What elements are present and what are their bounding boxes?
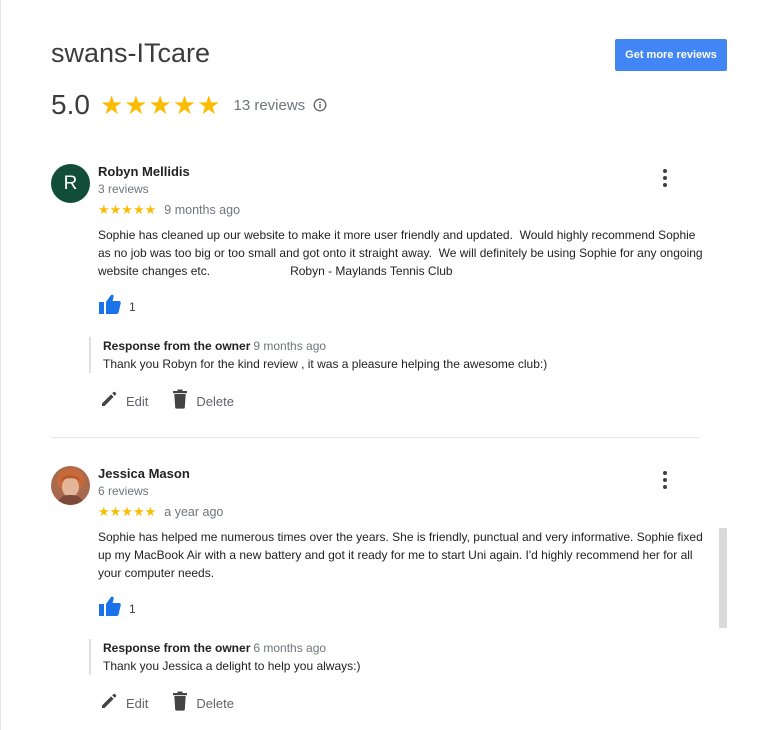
review-rating: ★★★★★ 9 months ago <box>98 202 240 218</box>
more-vert-icon[interactable] <box>660 167 670 189</box>
business-name: swans-ITcare <box>51 38 211 68</box>
response-actions: Edit Delete <box>100 691 258 716</box>
reviewer-review-count: 3 reviews <box>98 182 149 196</box>
owner-response-text: Thank you Jessica a delight to help you … <box>103 659 361 673</box>
owner-response: Response from the owner 9 months ago Than… <box>89 337 663 373</box>
info-icon[interactable] <box>313 98 327 112</box>
review-card: R Robyn Mellidis 3 reviews ★★★★★ 9 month… <box>51 164 711 424</box>
reviewer-name[interactable]: Jessica Mason <box>98 466 190 481</box>
pencil-icon <box>100 692 118 715</box>
rating-summary: 5.0 ★★★★★ 13 reviews <box>51 88 327 122</box>
like-button[interactable]: 1 <box>98 595 136 622</box>
like-count: 1 <box>129 601 136 616</box>
response-actions: Edit Delete <box>100 389 258 414</box>
page-border <box>0 0 1 730</box>
owner-response-time: 9 months ago <box>253 339 327 353</box>
edit-button[interactable]: Edit <box>100 390 148 413</box>
edit-label: Edit <box>126 696 149 711</box>
owner-response-label: Response from the owner <box>103 641 251 655</box>
delete-label: Delete <box>196 696 234 711</box>
get-more-reviews-button[interactable]: Get more reviews <box>615 39 727 71</box>
pencil-icon <box>100 390 118 413</box>
review-stars: ★★★★★ <box>98 504 157 519</box>
reviewer-name[interactable]: Robyn Mellidis <box>98 164 190 179</box>
delete-button[interactable]: Delete <box>172 691 234 716</box>
owner-response-label: Response from the owner <box>103 339 251 353</box>
avatar[interactable]: R <box>51 164 90 203</box>
review-text: Sophie has cleaned up our website to mak… <box>98 228 706 278</box>
more-vert-icon[interactable] <box>660 469 670 491</box>
like-count: 1 <box>129 299 136 314</box>
edit-label: Edit <box>126 394 149 409</box>
avatar[interactable] <box>51 466 90 505</box>
review-time: 9 months ago <box>164 203 241 217</box>
trash-icon <box>172 691 188 716</box>
thumbs-up-icon <box>98 293 122 320</box>
rating-value: 5.0 <box>51 89 90 120</box>
edit-button[interactable]: Edit <box>100 692 148 715</box>
owner-response-time: 6 months ago <box>253 641 327 655</box>
like-button[interactable]: 1 <box>98 293 136 320</box>
review-card: Jessica Mason 6 reviews ★★★★★ a year ago… <box>51 466 711 726</box>
owner-response: Response from the owner 6 months ago Than… <box>89 639 663 675</box>
reviewer-review-count: 6 reviews <box>98 484 149 498</box>
review-rating: ★★★★★ a year ago <box>98 504 223 520</box>
trash-icon <box>172 389 188 414</box>
review-text: Sophie has helped me numerous times over… <box>98 530 707 580</box>
review-time: a year ago <box>164 505 224 519</box>
owner-response-text: Thank you Robyn for the kind review , it… <box>103 357 548 371</box>
scrollbar-thumb[interactable] <box>719 528 727 628</box>
delete-label: Delete <box>196 394 234 409</box>
review-stars: ★★★★★ <box>98 202 157 217</box>
rating-stars: ★★★★★ <box>99 89 222 120</box>
delete-button[interactable]: Delete <box>172 389 234 414</box>
review-count: 13 reviews <box>233 96 306 114</box>
review-divider <box>51 437 699 438</box>
thumbs-up-icon <box>98 595 122 622</box>
